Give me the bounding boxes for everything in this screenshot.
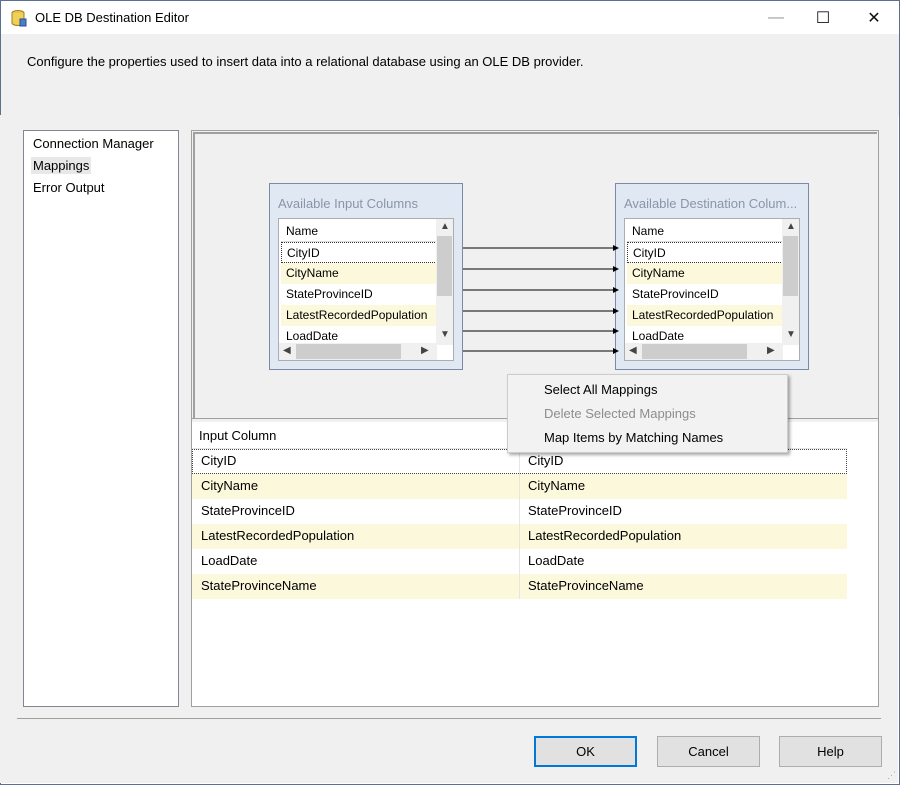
scroll-thumb[interactable]: [783, 236, 798, 296]
column-divider: [519, 474, 520, 499]
minimize-button[interactable]: —: [753, 1, 799, 34]
scroll-up-icon[interactable]: ▲: [440, 221, 450, 232]
menu-item-map-by-matching-names[interactable]: Map Items by Matching Names: [544, 430, 723, 445]
scroll-up-icon[interactable]: ▲: [786, 221, 796, 232]
cancel-button[interactable]: Cancel: [657, 736, 760, 767]
destination-cell: CityID: [528, 453, 564, 468]
table-row[interactable]: LatestRecordedPopulation LatestRecordedP…: [192, 524, 847, 549]
dest-box-title: Available Destination Colum...: [624, 196, 798, 211]
destination-cell: LatestRecordedPopulation: [528, 528, 682, 543]
input-vertical-scrollbar[interactable]: ▲ ▼: [436, 219, 453, 345]
dest-list-item[interactable]: StateProvinceID: [627, 284, 783, 305]
scroll-down-icon[interactable]: ▼: [786, 329, 796, 340]
destination-columns-list[interactable]: Name CityID CityName StateProvinceID Lat…: [624, 218, 800, 361]
menu-item-delete-selected-mappings: Delete Selected Mappings: [544, 406, 696, 421]
destination-cell: StateProvinceID: [528, 503, 622, 518]
table-row[interactable]: CityName CityName: [192, 474, 847, 499]
table-row[interactable]: StateProvinceName StateProvinceName: [192, 574, 847, 599]
scroll-right-icon[interactable]: ▶: [767, 345, 775, 356]
destination-cell: CityName: [528, 478, 586, 493]
scroll-left-icon[interactable]: ◀: [629, 345, 637, 356]
input-horizontal-scrollbar[interactable]: ◀ ▶: [279, 343, 437, 360]
column-divider: [519, 549, 520, 574]
close-button[interactable]: ✕: [851, 1, 897, 34]
context-menu: Select All Mappings Delete Selected Mapp…: [507, 374, 788, 453]
input-list-item[interactable]: LatestRecordedPopulation: [281, 305, 437, 326]
title-bar: OLE DB Destination Editor — ☐ ✕: [1, 1, 899, 34]
input-list-header: Name: [281, 221, 437, 242]
input-cell: StateProvinceName: [201, 578, 317, 593]
scroll-right-icon[interactable]: ▶: [421, 345, 429, 356]
input-list-item[interactable]: CityName: [281, 263, 437, 284]
destination-cell: LoadDate: [528, 553, 585, 568]
scroll-left-icon[interactable]: ◀: [283, 345, 291, 356]
maximize-button[interactable]: ☐: [800, 1, 846, 34]
scroll-thumb[interactable]: [296, 344, 401, 359]
input-cell: LatestRecordedPopulation: [201, 528, 355, 543]
sidebar-nav: Connection Manager Mappings Error Output: [23, 130, 179, 707]
dest-list-item[interactable]: CityID: [627, 242, 783, 263]
dest-horizontal-scrollbar[interactable]: ◀ ▶: [625, 343, 783, 360]
input-cell: LoadDate: [201, 553, 258, 568]
page-description: Configure the properties used to insert …: [27, 54, 584, 69]
scroll-thumb[interactable]: [642, 344, 747, 359]
database-icon: [11, 9, 27, 27]
table-row[interactable]: StateProvinceID StateProvinceID: [192, 499, 847, 524]
input-list-item[interactable]: CityID: [281, 242, 437, 263]
column-divider: [519, 574, 520, 599]
scroll-thumb[interactable]: [437, 236, 452, 296]
help-button[interactable]: Help: [779, 736, 882, 767]
table-row[interactable]: LoadDate LoadDate: [192, 549, 847, 574]
ok-button[interactable]: OK: [534, 736, 637, 767]
sidebar-item-connection-manager[interactable]: Connection Manager: [31, 135, 156, 152]
input-columns-list[interactable]: Name CityID CityName StateProvinceID Lat…: [278, 218, 454, 361]
sidebar-item-error-output[interactable]: Error Output: [31, 179, 107, 196]
scroll-down-icon[interactable]: ▼: [440, 329, 450, 340]
column-divider: [519, 524, 520, 549]
dest-list-item[interactable]: CityName: [627, 263, 783, 284]
dest-list-header: Name: [627, 221, 783, 242]
resize-grip-icon[interactable]: ⋰: [887, 770, 896, 781]
dest-vertical-scrollbar[interactable]: ▲ ▼: [782, 219, 799, 345]
sidebar-item-mappings[interactable]: Mappings: [31, 157, 92, 174]
available-destination-columns-box[interactable]: Available Destination Colum... Name City…: [615, 183, 809, 370]
menu-item-select-all-mappings[interactable]: Select All Mappings: [544, 382, 657, 397]
input-cell: CityID: [201, 453, 237, 468]
input-cell: StateProvinceID: [201, 503, 295, 518]
column-divider: [519, 499, 520, 524]
description-band: Configure the properties used to insert …: [1, 34, 899, 116]
input-list-item[interactable]: StateProvinceID: [281, 284, 437, 305]
input-column-header[interactable]: Input Column: [199, 428, 276, 443]
dest-list-item[interactable]: LatestRecordedPopulation: [627, 305, 783, 326]
input-box-title: Available Input Columns: [278, 196, 418, 211]
footer-divider: [17, 718, 881, 719]
available-input-columns-box[interactable]: Available Input Columns Name CityID City…: [269, 183, 463, 370]
window-title: OLE DB Destination Editor: [35, 10, 189, 25]
input-cell: CityName: [201, 478, 259, 493]
destination-cell: StateProvinceName: [528, 578, 644, 593]
